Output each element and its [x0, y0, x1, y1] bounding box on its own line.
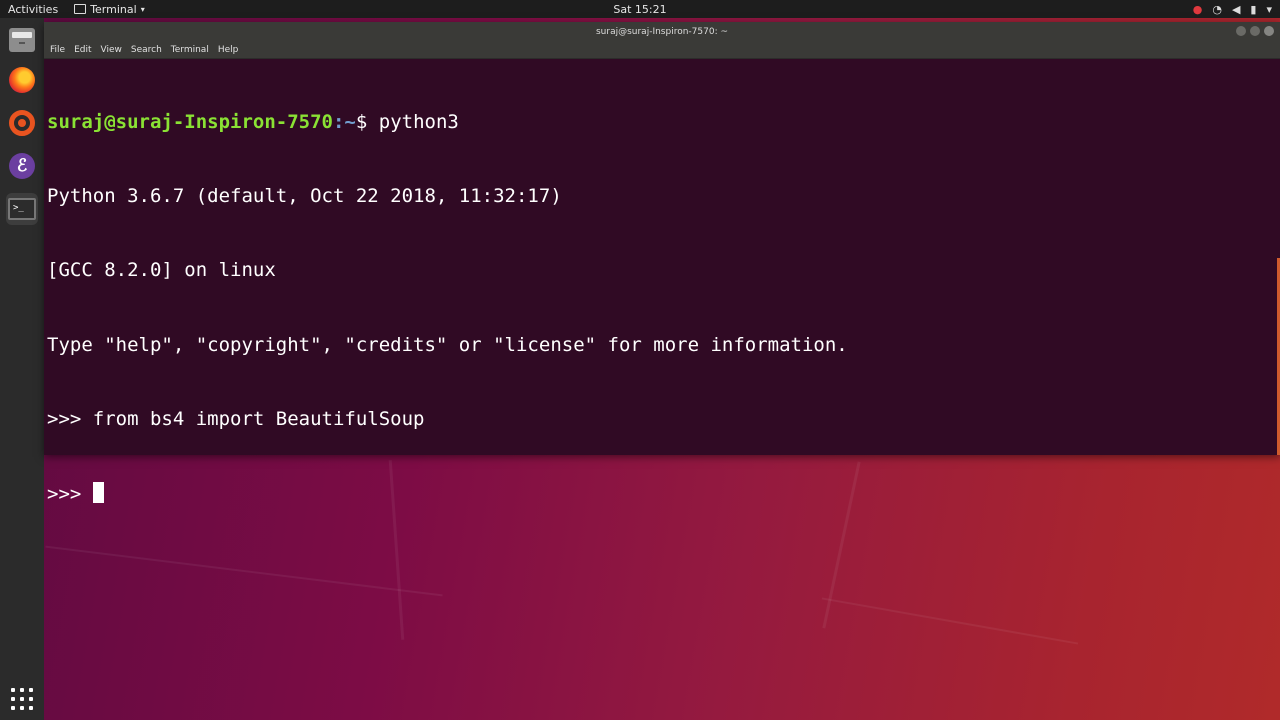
terminal-icon: >_ — [8, 198, 36, 220]
terminal-window[interactable]: suraj@suraj-Inspiron-7570: ~ File Edit V… — [44, 22, 1280, 505]
show-applications-icon[interactable] — [11, 688, 33, 710]
firefox-icon — [9, 67, 35, 93]
caret-down-icon: ▾ — [140, 4, 145, 14]
command-text: python3 — [367, 110, 459, 133]
dock-files[interactable] — [6, 24, 38, 56]
dock: ℰ >_ — [0, 18, 44, 720]
menu-terminal[interactable]: Terminal — [171, 45, 209, 55]
terminal-menubar: File Edit View Search Terminal Help — [44, 41, 1280, 59]
menu-view[interactable]: View — [101, 45, 122, 55]
python-prompt: >>> — [47, 482, 93, 505]
emacs-icon: ℰ — [9, 153, 35, 179]
dock-ubuntu-software[interactable] — [6, 107, 38, 139]
output-line: Python 3.6.7 (default, Oct 22 2018, 11:3… — [47, 184, 562, 207]
ubuntu-software-icon — [9, 110, 35, 136]
window-controls — [1236, 26, 1274, 36]
menu-file[interactable]: File — [50, 45, 65, 55]
output-line: >>> from bs4 import BeautifulSoup — [47, 408, 425, 431]
minimize-icon[interactable] — [1236, 26, 1246, 36]
wifi-icon[interactable]: ◔ — [1212, 3, 1222, 16]
system-tray[interactable]: ● ◔ ◀ ▮ ▾ — [1193, 0, 1272, 18]
files-icon — [9, 28, 35, 52]
prompt-path: :~ — [332, 110, 356, 133]
battery-icon[interactable]: ▮ — [1250, 3, 1256, 16]
menu-edit[interactable]: Edit — [74, 45, 91, 55]
current-prompt-line[interactable]: >>> — [47, 481, 1280, 507]
app-menu[interactable]: Terminal ▾ — [74, 3, 145, 16]
prompt-user: suraj@suraj-Inspiron-7570 — [47, 110, 333, 133]
menu-help[interactable]: Help — [218, 45, 239, 55]
window-title: suraj@suraj-Inspiron-7570: ~ — [595, 26, 729, 37]
output-line: Type "help", "copyright", "credits" or "… — [47, 333, 848, 356]
dock-firefox[interactable] — [6, 64, 38, 96]
activities-button[interactable]: Activities — [0, 3, 66, 16]
menu-search[interactable]: Search — [131, 45, 162, 55]
prompt-line: suraj@suraj-Inspiron-7570:~$ python3 — [47, 110, 1280, 135]
top-panel: Activities Terminal ▾ Sat 15:21 ● ◔ ◀ ▮ … — [0, 0, 1280, 18]
maximize-icon[interactable] — [1250, 26, 1260, 36]
dock-terminal[interactable]: >_ — [6, 193, 38, 225]
clock[interactable]: Sat 15:21 — [613, 3, 666, 16]
clock-container: Sat 15:21 — [0, 3, 1280, 16]
window-titlebar[interactable]: suraj@suraj-Inspiron-7570: ~ — [44, 22, 1280, 41]
prompt-symbol: $ — [355, 110, 368, 133]
terminal-icon — [74, 4, 87, 14]
power-menu-icon[interactable]: ▾ — [1266, 3, 1272, 16]
output-line: [GCC 8.2.0] on linux — [47, 259, 276, 282]
wallpaper-line — [821, 597, 1079, 645]
volume-icon[interactable]: ◀ — [1232, 3, 1240, 16]
camera-record-icon[interactable]: ● — [1193, 3, 1203, 16]
app-menu-label: Terminal — [90, 2, 137, 16]
terminal-output[interactable]: suraj@suraj-Inspiron-7570:~$ python3 Pyt… — [44, 60, 1280, 556]
close-icon[interactable] — [1264, 26, 1274, 36]
dock-emacs[interactable]: ℰ — [6, 150, 38, 182]
text-cursor — [92, 481, 104, 503]
